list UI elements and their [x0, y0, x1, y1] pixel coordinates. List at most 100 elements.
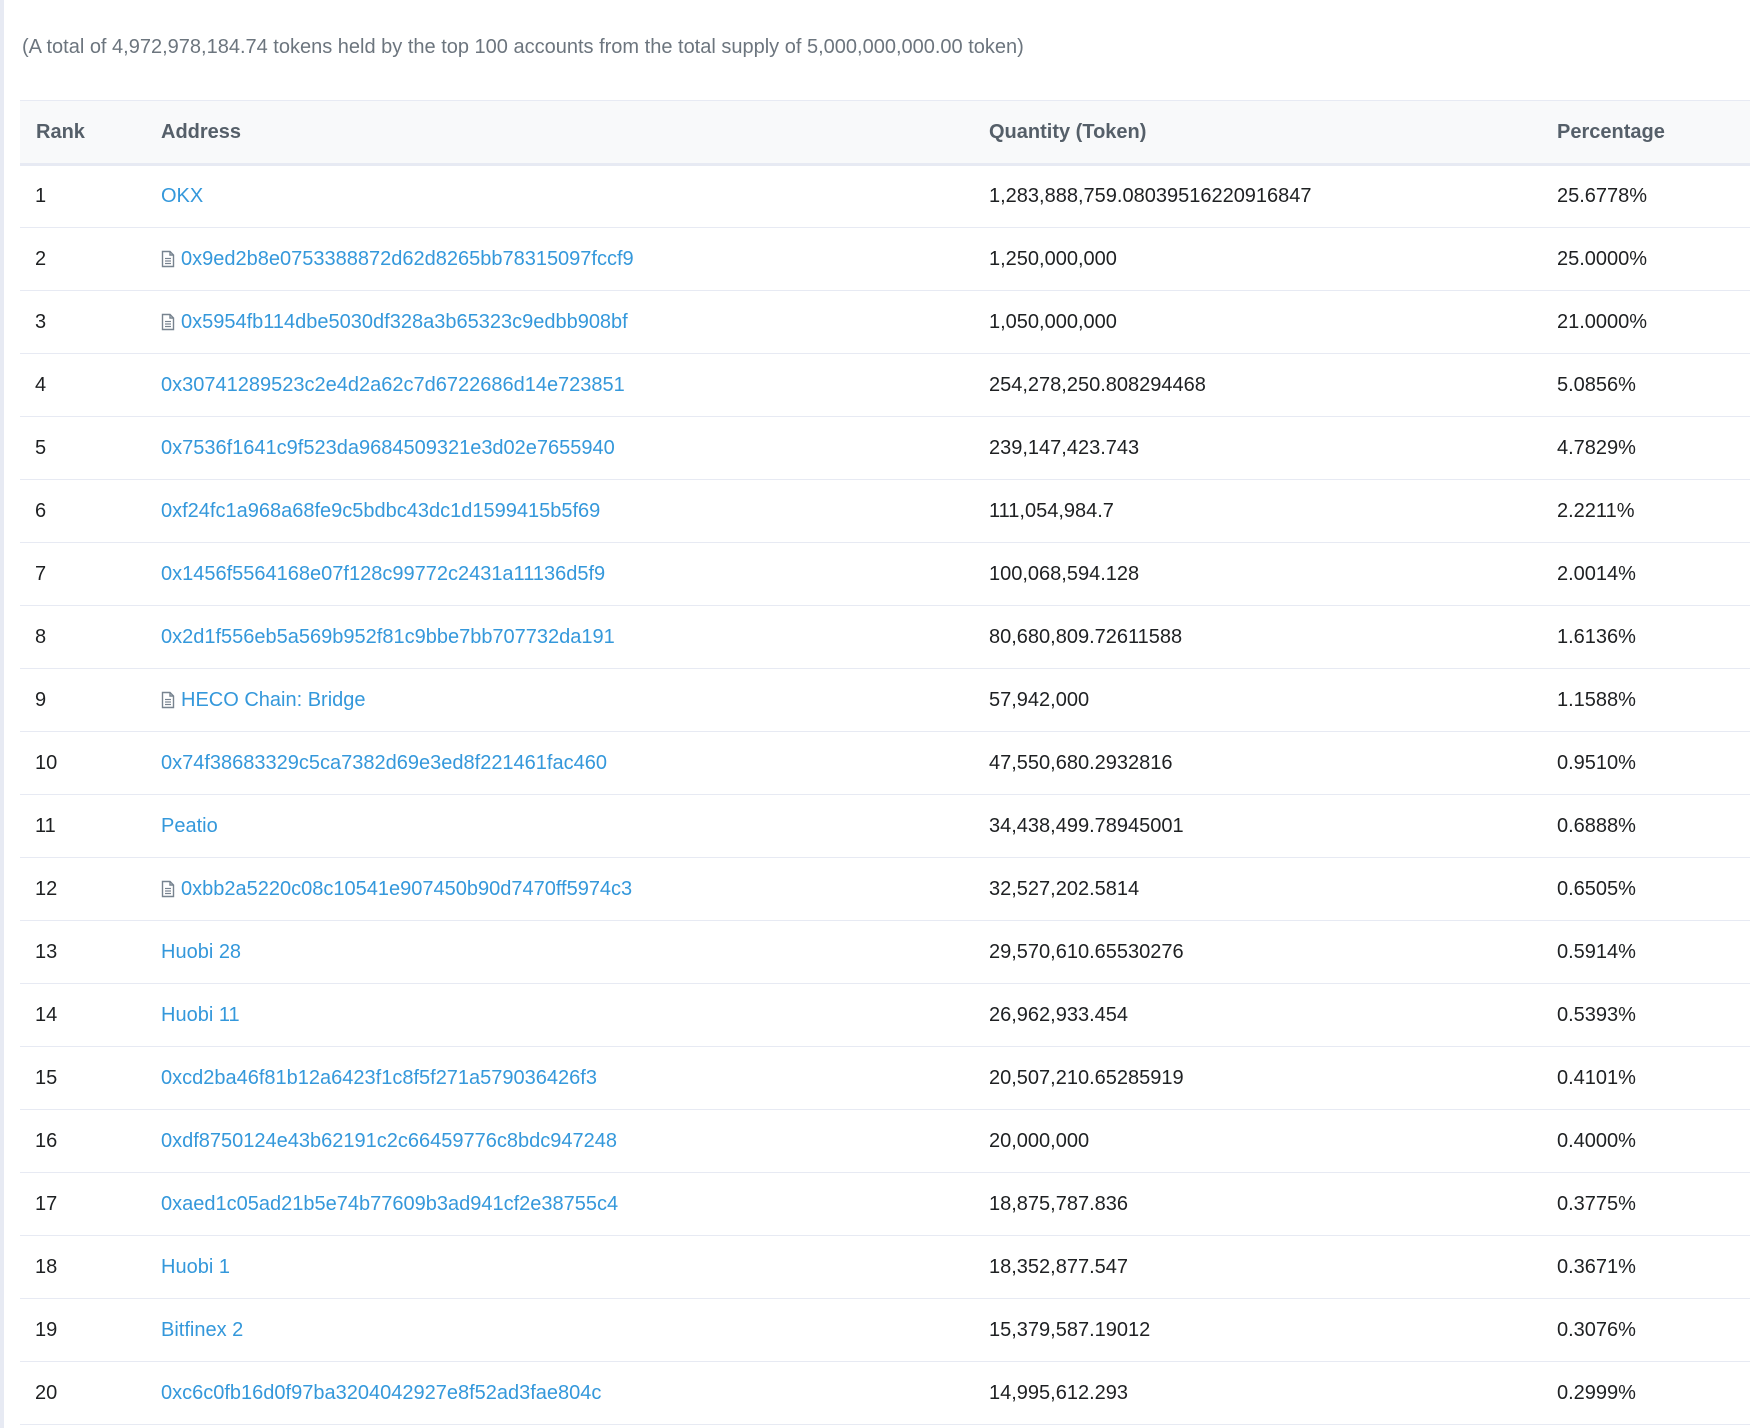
quantity-cell: 26,962,933.454 [989, 1003, 1129, 1026]
quantity-cell: 80,680,809.72611588 [989, 625, 1183, 648]
holder-address-link[interactable]: 0xdf8750124e43b62191c2c66459776c8bdc9472… [161, 1130, 617, 1152]
quantity-cell: 20,000,000 [989, 1129, 1090, 1152]
column-header-quantity: Quantity (Token) [989, 120, 1147, 143]
holder-address-link[interactable]: 0xf24fc1a968a68fe9c5bdbc43dc1d1599415b5f… [161, 500, 600, 522]
holders-summary: (A total of 4,972,978,184.74 tokens held… [22, 36, 1024, 58]
percentage-cell: 0.9510% [1557, 751, 1636, 774]
percentage-cell: 0.4000% [1557, 1129, 1636, 1152]
holder-address-link[interactable]: 0x30741289523c2e4d2a62c7d6722686d14e7238… [161, 374, 625, 396]
rank-cell: 20 [35, 1381, 58, 1404]
address-cell: 0x30741289523c2e4d2a62c7d6722686d14e7238… [145, 354, 973, 417]
table-row: 1 OKX 1,283,888,759.08039516220916847 25.67… [20, 165, 1750, 228]
rank-cell: 13 [35, 940, 58, 963]
holder-address-link[interactable]: 0x2d1f556eb5a569b952f81c9bbe7bb707732da1… [161, 626, 615, 648]
holder-address-link[interactable]: 0xbb2a5220c08c10541e907450b90d7470ff5974… [181, 878, 632, 900]
rank-cell: 4 [35, 373, 47, 396]
rank-cell: 5 [35, 436, 47, 459]
percentage-cell: 0.5914% [1557, 940, 1636, 963]
address-cell: 0x7536f1641c9f523da9684509321e3d02e76559… [145, 417, 973, 480]
table-row: 5 0x7536f1641c9f523da9684509321e3d02e7655… [20, 417, 1750, 480]
percentage-cell: 0.4101% [1557, 1066, 1636, 1089]
quantity-cell: 14,995,612.293 [989, 1381, 1129, 1404]
quantity-cell: 1,250,000,000 [989, 247, 1117, 270]
left-border [0, 0, 4, 1428]
rank-cell: 18 [35, 1255, 58, 1278]
rank-cell: 9 [35, 688, 47, 711]
holder-address-link[interactable]: OKX [161, 185, 203, 207]
address-cell: 0x1456f5564168e07f128c99772c2431a11136d5… [145, 543, 973, 606]
percentage-cell: 5.0856% [1557, 373, 1636, 396]
table-row: 19 Bitfinex 2 15,379,587.19012 0.3076% [20, 1299, 1750, 1362]
holder-address-link[interactable]: 0xcd2ba46f81b12a6423f1c8f5f271a579036426… [161, 1067, 597, 1089]
address-cell: Bitfinex 2 [145, 1299, 973, 1362]
address-cell: 0x2d1f556eb5a569b952f81c9bbe7bb707732da1… [145, 606, 973, 669]
rank-cell: 1 [35, 185, 47, 207]
address-cell: 0x5954fb114dbe5030df328a3b65323c9edbb908… [145, 291, 973, 354]
address-cell: Peatio [145, 795, 973, 858]
quantity-cell: 254,278,250.808294468 [989, 373, 1206, 396]
rank-cell: 10 [35, 751, 58, 774]
holder-address-link[interactable]: 0xc6c0fb16d0f97ba3204042927e8f52ad3fae80… [161, 1382, 601, 1404]
rank-cell: 3 [35, 310, 47, 333]
quantity-cell: 111,054,984.7 [989, 499, 1114, 522]
rank-cell: 19 [35, 1318, 58, 1341]
quantity-cell: 1,050,000,000 [989, 310, 1117, 333]
address-cell: Huobi 11 [145, 984, 973, 1047]
holder-address-link[interactable]: 0x7536f1641c9f523da9684509321e3d02e76559… [161, 437, 615, 459]
holder-address-link[interactable]: 0xaed1c05ad21b5e74b77609b3ad941cf2e38755… [161, 1193, 618, 1215]
address-cell: 0xc6c0fb16d0f97ba3204042927e8f52ad3fae80… [145, 1362, 973, 1425]
rank-cell: 14 [35, 1003, 58, 1026]
rank-cell: 17 [35, 1192, 58, 1215]
holder-address-link[interactable]: Huobi 1 [161, 1256, 230, 1278]
quantity-cell: 57,942,000 [989, 688, 1090, 711]
holder-address-link[interactable]: 0x5954fb114dbe5030df328a3b65323c9edbb908… [181, 311, 628, 333]
token-holders-table: Rank Address Quantity (Token) Percentage… [20, 100, 1750, 1425]
column-header-rank: Rank [36, 120, 85, 143]
holder-address-link[interactable]: Peatio [161, 815, 218, 837]
quantity-cell: 29,570,610.65530276 [989, 940, 1184, 963]
holder-address-link[interactable]: Huobi 28 [161, 941, 241, 963]
table-row: 20 0xc6c0fb16d0f97ba3204042927e8f52ad3fae… [20, 1362, 1750, 1425]
file-text-icon [161, 691, 175, 709]
percentage-cell: 0.6505% [1557, 877, 1636, 900]
quantity-cell: 15,379,587.19012 [989, 1318, 1151, 1341]
table-row: 13 Huobi 28 29,570,610.65530276 0.5914% [20, 921, 1750, 984]
rank-cell: 16 [35, 1129, 58, 1152]
table-row: 17 0xaed1c05ad21b5e74b77609b3ad941cf2e387… [20, 1173, 1750, 1236]
percentage-cell: 4.7829% [1557, 436, 1636, 459]
table-row: 7 0x1456f5564168e07f128c99772c2431a11136d… [20, 543, 1750, 606]
column-header-percentage: Percentage [1557, 120, 1665, 143]
table-row: 9 HECO Chain: Bridge 57,942,000 1.1588% [20, 669, 1750, 732]
address-cell: 0xcd2ba46f81b12a6423f1c8f5f271a579036426… [145, 1047, 973, 1110]
rank-cell: 2 [35, 247, 47, 270]
holder-address-link[interactable]: Huobi 11 [161, 1004, 240, 1026]
percentage-cell: 25.6778% [1557, 185, 1648, 207]
table-row: 3 0x5954fb114dbe5030df328a3b65323c9edbb90… [20, 291, 1750, 354]
address-cell: Huobi 28 [145, 921, 973, 984]
percentage-cell: 1.1588% [1557, 688, 1636, 711]
column-header-address: Address [161, 120, 242, 143]
rank-cell: 8 [35, 625, 47, 648]
address-cell: 0xf24fc1a968a68fe9c5bdbc43dc1d1599415b5f… [145, 480, 973, 543]
holder-address-link[interactable]: 0x1456f5564168e07f128c99772c2431a11136d5… [161, 563, 605, 585]
address-cell: 0x74f38683329c5ca7382d69e3ed8f221461fac4… [145, 732, 973, 795]
quantity-cell: 239,147,423.743 [989, 436, 1140, 459]
percentage-cell: 0.3671% [1557, 1255, 1636, 1278]
holder-address-link[interactable]: Bitfinex 2 [161, 1319, 243, 1341]
address-cell: 0xdf8750124e43b62191c2c66459776c8bdc9472… [145, 1110, 973, 1173]
quantity-cell: 34,438,499.78945001 [989, 814, 1184, 837]
table-row: 10 0x74f38683329c5ca7382d69e3ed8f221461fa… [20, 732, 1750, 795]
quantity-cell: 18,875,787.836 [989, 1192, 1129, 1215]
percentage-cell: 25.0000% [1557, 247, 1648, 270]
holder-address-link[interactable]: 0x9ed2b8e0753388872d62d8265bb78315097fcc… [181, 248, 634, 270]
holder-address-link[interactable]: HECO Chain: Bridge [181, 689, 366, 711]
percentage-cell: 0.6888% [1557, 814, 1636, 837]
quantity-cell: 20,507,210.65285919 [989, 1066, 1184, 1089]
address-cell: HECO Chain: Bridge [145, 669, 973, 732]
holder-address-link[interactable]: 0x74f38683329c5ca7382d69e3ed8f221461fac4… [161, 752, 607, 774]
rank-cell: 6 [35, 499, 47, 522]
quantity-cell: 47,550,680.2932816 [989, 751, 1173, 774]
address-cell: OKX [145, 165, 973, 228]
percentage-cell: 0.3076% [1557, 1318, 1636, 1341]
table-header: Rank Address Quantity (Token) Percentage [20, 100, 1750, 165]
